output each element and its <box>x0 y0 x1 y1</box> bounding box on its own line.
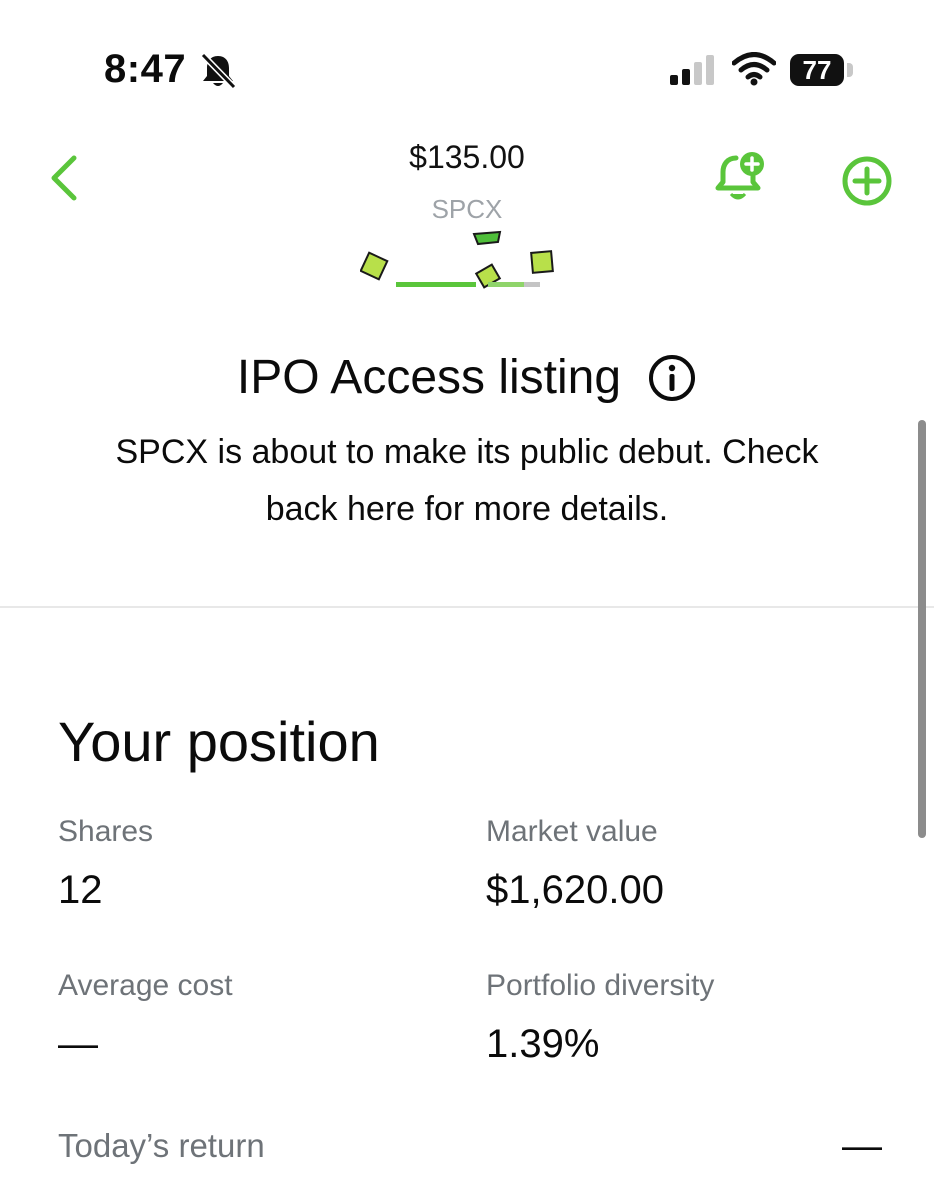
position-title: Your position <box>58 710 380 773</box>
portfolio-diversity-label: Portfolio diversity <box>486 969 715 1002</box>
portfolio-diversity-value: 1.39% <box>486 1022 600 1066</box>
header-symbol: SPCX <box>431 194 503 224</box>
confetti-streak <box>524 282 540 287</box>
confetti-piece <box>472 230 502 246</box>
average-cost-label: Average cost <box>58 969 233 1002</box>
cellular-signal-icon <box>670 55 714 85</box>
confetti-piece <box>530 250 554 274</box>
confetti-streak <box>396 282 476 287</box>
plus-circle-icon[interactable] <box>840 154 894 208</box>
market-value: $1,620.00 <box>486 868 664 912</box>
battery-nub <box>847 63 853 77</box>
info-icon[interactable] <box>647 353 697 403</box>
bell-plus-icon[interactable] <box>712 150 770 206</box>
scrollbar[interactable] <box>918 420 926 838</box>
todays-return-label: Today’s return <box>58 1127 265 1164</box>
status-time: 8:47 <box>104 47 187 91</box>
confetti-streak <box>488 282 524 287</box>
shares-value: 12 <box>58 868 103 912</box>
wifi-icon <box>732 52 776 86</box>
bell-slash-icon <box>200 52 237 90</box>
ipo-description: SPCX is about to make its public debut. … <box>115 433 819 528</box>
battery-icon: 77 <box>790 54 844 86</box>
average-cost-value: — <box>58 1022 98 1066</box>
confetti-piece <box>360 251 389 281</box>
ipo-title-row: IPO Access listing <box>0 350 934 406</box>
ipo-title: IPO Access listing <box>236 351 622 404</box>
section-divider <box>0 606 934 608</box>
shares-label: Shares <box>58 815 154 848</box>
todays-return-value: — <box>842 1124 882 1168</box>
header-price: $135.00 <box>409 139 525 175</box>
market-value-label: Market value <box>486 815 658 848</box>
confetti-animation <box>360 230 554 289</box>
